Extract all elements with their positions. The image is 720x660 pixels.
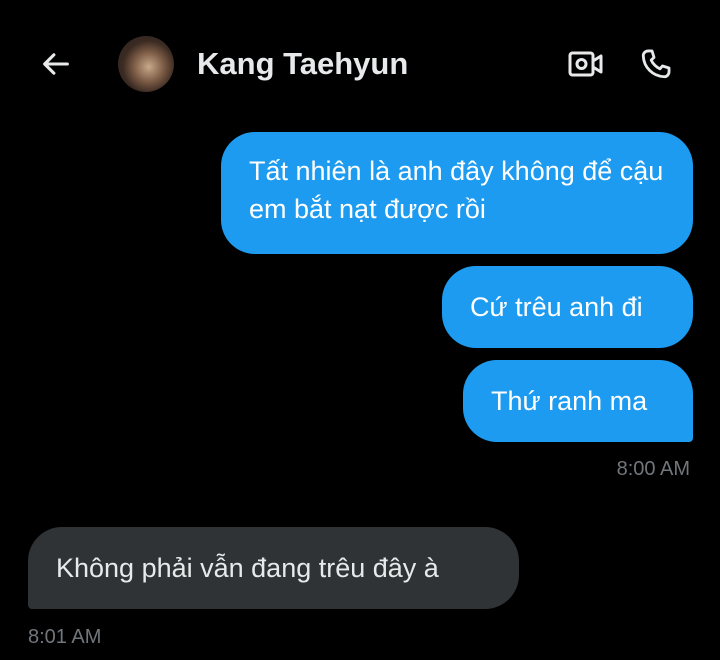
sent-message-bubble[interactable]: Tất nhiên là anh đây không để cậu em bắt…: [221, 132, 693, 254]
avatar[interactable]: [118, 36, 174, 92]
arrow-left-icon: [43, 53, 69, 75]
message-timestamp: 8:01 AM: [28, 626, 102, 648]
contact-name[interactable]: Kang Taehyun: [197, 46, 408, 82]
conversation-header: Kang Taehyun: [0, 0, 720, 132]
sent-message-bubble[interactable]: Thứ ranh ma: [463, 360, 693, 442]
video-camera-icon: [568, 51, 603, 77]
phone-icon: [641, 49, 671, 79]
voice-call-button[interactable]: [636, 44, 676, 84]
message-timestamp: 8:00 AM: [616, 458, 690, 480]
back-button[interactable]: [36, 44, 76, 84]
received-message-bubble[interactable]: Không phải vẫn đang trêu đây à: [28, 527, 519, 609]
sent-message-bubble[interactable]: Cứ trêu anh đi: [442, 266, 693, 348]
video-call-button[interactable]: [566, 44, 606, 84]
